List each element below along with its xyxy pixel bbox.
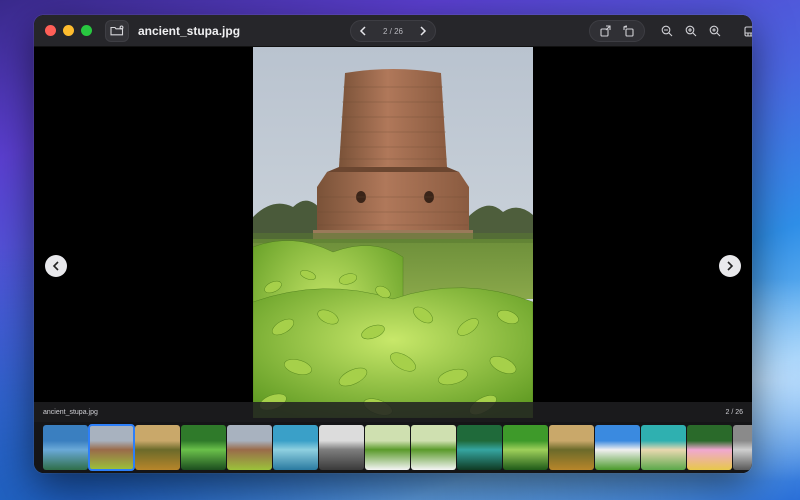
rotate-button[interactable] bbox=[617, 20, 641, 42]
main-image bbox=[253, 47, 533, 418]
filmstrip-thumbnail[interactable] bbox=[227, 425, 272, 470]
window-title: ancient_stupa.jpg bbox=[138, 23, 241, 38]
navigation-control: 2 / 26 bbox=[350, 20, 436, 42]
filmstrip-thumbnail[interactable] bbox=[411, 425, 456, 470]
filmstrip-thumbnail[interactable] bbox=[641, 425, 686, 470]
share-button[interactable] bbox=[593, 20, 617, 42]
title-bar: ancient_stupa.jpg 2 / 26 bbox=[34, 15, 752, 47]
zoom-in-icon bbox=[685, 25, 697, 37]
rotate-icon bbox=[623, 25, 634, 37]
filmstrip-thumbnail[interactable] bbox=[135, 425, 180, 470]
info-file-name: ancient_stupa.jpg bbox=[43, 408, 98, 416]
filmstrip-thumbnail[interactable] bbox=[181, 425, 226, 470]
zoom-in-button[interactable] bbox=[679, 20, 703, 42]
filmstrip-thumbnail[interactable] bbox=[319, 425, 364, 470]
previous-image-button[interactable] bbox=[355, 23, 371, 39]
zoom-fit-button[interactable] bbox=[703, 20, 727, 42]
image-canvas bbox=[34, 47, 752, 418]
toggle-filmstrip-button[interactable] bbox=[739, 20, 752, 42]
zoom-out-button[interactable] bbox=[655, 20, 679, 42]
zoom-group bbox=[655, 20, 727, 42]
minimize-button[interactable] bbox=[63, 25, 74, 36]
next-image-overlay-button[interactable] bbox=[719, 255, 741, 277]
image-viewer-window: ancient_stupa.jpg 2 / 26 ancient_stupa.j… bbox=[34, 15, 752, 473]
zoom-out-icon bbox=[661, 25, 673, 37]
filmstrip-thumbnail[interactable] bbox=[43, 425, 88, 470]
chevron-right-icon bbox=[420, 26, 427, 36]
filmstrip-thumbnail[interactable] bbox=[457, 425, 502, 470]
chevron-left-icon bbox=[359, 26, 366, 36]
filmstrip-thumbnail[interactable] bbox=[733, 425, 752, 470]
filmstrip-thumbnail[interactable] bbox=[687, 425, 732, 470]
chevron-right-icon bbox=[727, 261, 734, 271]
window-controls bbox=[45, 25, 92, 36]
folder-open-icon bbox=[110, 25, 124, 36]
close-button[interactable] bbox=[45, 25, 56, 36]
filmstrip bbox=[34, 422, 752, 473]
open-folder-button[interactable] bbox=[105, 19, 129, 42]
previous-image-overlay-button[interactable] bbox=[45, 255, 67, 277]
stupa-photo bbox=[253, 47, 533, 418]
chevron-left-icon bbox=[52, 261, 59, 271]
share-icon bbox=[600, 25, 611, 37]
filmstrip-thumbnail[interactable] bbox=[549, 425, 594, 470]
filmstrip-thumbnail[interactable] bbox=[365, 425, 410, 470]
info-counter: 2 / 26 bbox=[725, 408, 743, 416]
image-counter: 2 / 26 bbox=[382, 26, 403, 36]
info-bar: ancient_stupa.jpg 2 / 26 bbox=[34, 402, 752, 422]
transform-group bbox=[589, 20, 645, 42]
zoom-fit-icon bbox=[709, 25, 721, 37]
next-image-button[interactable] bbox=[415, 23, 431, 39]
zoom-window-button[interactable] bbox=[81, 25, 92, 36]
filmstrip-icon bbox=[744, 25, 752, 37]
filmstrip-thumbnail[interactable] bbox=[503, 425, 548, 470]
filmstrip-thumbnail[interactable] bbox=[595, 425, 640, 470]
toolbar-actions bbox=[589, 20, 752, 42]
filmstrip-thumbnail[interactable] bbox=[273, 425, 318, 470]
filmstrip-thumbnail[interactable] bbox=[88, 424, 135, 471]
